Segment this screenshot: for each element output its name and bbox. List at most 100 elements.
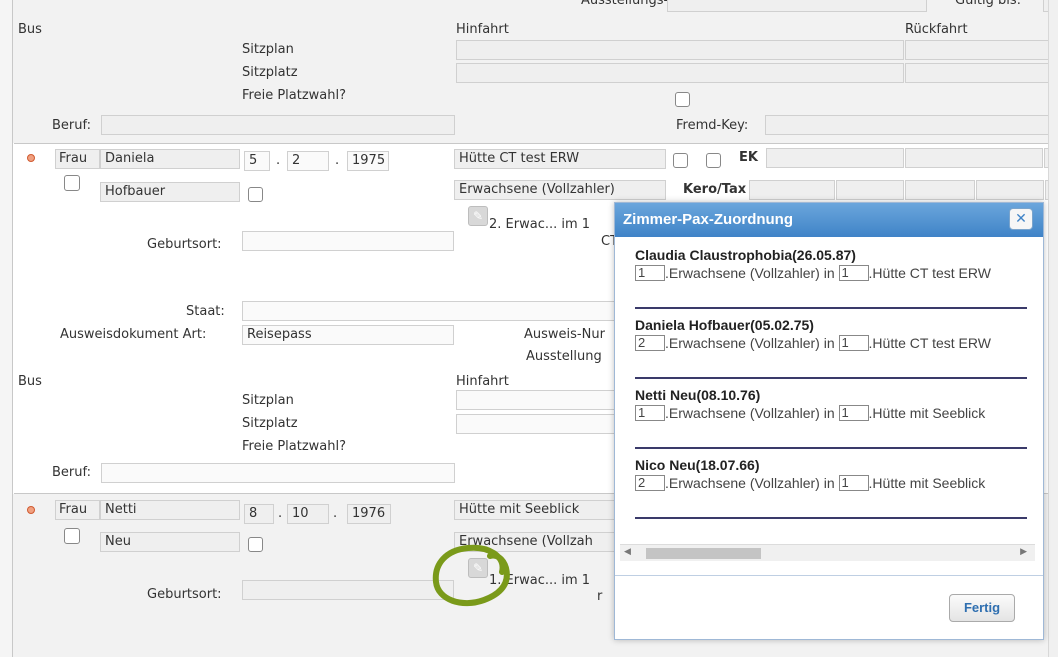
ek-field-2[interactable] <box>905 148 1043 168</box>
fremd-key-label: Fremd-Key: <box>676 118 749 133</box>
sitzplatz-label: Sitzplatz <box>242 416 298 431</box>
pax-kategorie: .Erwachsene (Vollzahler) <box>665 335 820 351</box>
kero-field-1[interactable] <box>749 180 835 200</box>
status-dot-icon <box>27 154 35 162</box>
left-rail <box>0 0 13 657</box>
nachname-field[interactable]: Hofbauer <box>100 182 240 202</box>
freie-platzwahl-checkbox[interactable] <box>675 92 690 107</box>
date-separator: . <box>335 153 340 168</box>
pax-kategorie: .Erwachsene (Vollzahler) <box>665 475 820 491</box>
sitzplatz-hin-field[interactable] <box>456 63 904 83</box>
option-checkbox-1[interactable] <box>673 153 688 168</box>
sitzplan-hin-field[interactable] <box>456 390 636 410</box>
beruf-field[interactable] <box>101 463 455 483</box>
nachname-field[interactable]: Neu <box>100 532 240 552</box>
sitzplan-hin-field[interactable] <box>456 40 904 60</box>
hinfahrt-label: Hinfahrt <box>456 374 509 389</box>
freie-platzwahl-label: Freie Platzwahl? <box>242 88 347 103</box>
close-icon[interactable]: ✕ <box>1009 208 1033 230</box>
geburtsort-field[interactable] <box>242 231 454 251</box>
bus-label: Bus <box>18 22 42 37</box>
small-r-text: r <box>597 589 603 604</box>
geb-jahr-field[interactable]: 1975 <box>347 151 389 171</box>
ausweis-nr-label: Ausweis-Nur <box>524 327 605 342</box>
checkbox-large-1[interactable] <box>64 175 80 191</box>
huette-field[interactable]: Hütte CT test ERW <box>454 149 666 169</box>
top-section: Ausstellungs-Ort: Gültig bis: Bus Hinfah… <box>13 0 1058 143</box>
anrede-field[interactable]: Frau <box>55 149 100 169</box>
room-number-input[interactable]: 1 <box>838 475 869 491</box>
pax-huette: .Hütte CT test ERW <box>868 265 991 281</box>
pax-number-input[interactable]: 2 <box>635 335 665 351</box>
geburtsort-label: Geburtsort: <box>147 237 222 252</box>
staat-field[interactable] <box>242 301 632 321</box>
fertig-button[interactable]: Fertig <box>949 594 1015 622</box>
kategorie-field[interactable]: Erwachsene (Vollzahler) <box>454 180 666 200</box>
zimmer-pax-dialog: Zimmer-Pax-Zuordnung ✕ Claudia Claustrop… <box>614 202 1044 640</box>
pax-kategorie: .Erwachsene (Vollzahler) <box>665 265 820 281</box>
page-scrollbar[interactable] <box>1048 0 1058 657</box>
pax-name: Netti Neu(08.10.76) <box>635 387 761 403</box>
sitzplan-rueck-field[interactable] <box>905 40 1058 60</box>
kero-field-4[interactable] <box>976 180 1044 200</box>
geburtsort-field[interactable] <box>242 580 454 600</box>
pax-line: 2 .Erwachsene (Vollzahler) in 1 .Hütte mit… <box>635 475 1015 491</box>
beruf-field[interactable] <box>101 115 455 135</box>
ausweisdokument-field[interactable]: Reisepass <box>242 325 454 345</box>
gueltig-label: Gültig bis: <box>955 0 1022 8</box>
pax-kategorie: .Erwachsene (Vollzahler) <box>665 405 820 421</box>
scroll-right-icon[interactable]: ▶ <box>1020 547 1027 557</box>
horizontal-scrollbar[interactable]: ◀ ▶ <box>620 544 1035 561</box>
pax-line: 2 .Erwachsene (Vollzahler) in 1 .Hütte CT … <box>635 335 1015 351</box>
kero-field-3[interactable] <box>905 180 975 200</box>
sitzplatz-hin-field[interactable] <box>456 414 636 434</box>
kero-field-2[interactable] <box>836 180 904 200</box>
pax-entry: Nico Neu(18.07.66) 2 .Erwachsene (Vollzah… <box>635 449 1027 519</box>
room-number-input[interactable]: 1 <box>838 265 869 281</box>
geb-monat-field[interactable]: 2 <box>287 151 329 171</box>
checkbox-large-2[interactable] <box>64 528 80 544</box>
pax-number-input[interactable]: 2 <box>635 475 665 491</box>
geb-monat-field[interactable]: 10 <box>287 504 329 524</box>
room-number-input[interactable]: 1 <box>838 335 869 351</box>
pax-entry: Daniela Hofbauer(05.02.75) 2 .Erwachsene … <box>635 309 1027 379</box>
vorname-field[interactable]: Netti <box>100 500 240 520</box>
pencil-icon[interactable]: ✎ <box>468 206 488 226</box>
geburtsort-label: Geburtsort: <box>147 587 222 602</box>
rueckfahrt-label: Rückfahrt <box>905 22 968 37</box>
dialog-title: Zimmer-Pax-Zuordnung <box>623 211 794 228</box>
sitzplatz-rueck-field[interactable] <box>905 63 1058 83</box>
dialog-header: Zimmer-Pax-Zuordnung ✕ <box>615 203 1043 237</box>
date-separator: . <box>276 153 281 168</box>
ausweisdokument-label: Ausweisdokument Art: <box>60 327 207 342</box>
option-checkbox-2[interactable] <box>706 153 721 168</box>
scroll-thumb[interactable] <box>646 548 761 559</box>
pax-number-input[interactable]: 1 <box>635 405 665 421</box>
pax-line: 1 .Erwachsene (Vollzahler) in 1 .Hütte mit… <box>635 405 1015 421</box>
pax-huette: .Hütte mit Seeblick <box>868 405 986 421</box>
pax-entry: Claudia Claustrophobia(26.05.87) 1 .Erwac… <box>635 239 1027 309</box>
geb-tag-field[interactable]: 8 <box>244 504 274 524</box>
checkbox-small-2[interactable] <box>248 537 263 552</box>
anrede-field[interactable]: Frau <box>55 500 100 520</box>
pax-number-input[interactable]: 1 <box>635 265 665 281</box>
pax-entry: Netti Neu(08.10.76) 1 .Erwachsene (Vollza… <box>635 379 1027 449</box>
checkbox-small-1[interactable] <box>248 187 263 202</box>
scroll-left-icon[interactable]: ◀ <box>624 547 631 557</box>
sitzplan-label: Sitzplan <box>242 42 294 57</box>
ek-field-1[interactable] <box>766 148 904 168</box>
geb-tag-field[interactable]: 5 <box>244 151 270 171</box>
zimmer-text: 2. Erwac... im 1 <box>489 217 591 232</box>
beruf-label: Beruf: <box>52 465 91 480</box>
ausstellungsort-field[interactable] <box>667 0 927 12</box>
date-separator: . <box>278 506 283 521</box>
pax-name: Daniela Hofbauer(05.02.75) <box>635 317 814 333</box>
fremd-key-field[interactable] <box>765 115 1058 135</box>
room-number-input[interactable]: 1 <box>838 405 869 421</box>
vorname-field[interactable]: Daniela <box>100 149 240 169</box>
connector-in: in <box>823 405 835 421</box>
sitzplan-label: Sitzplan <box>242 393 294 408</box>
geb-jahr-field[interactable]: 1976 <box>347 504 391 524</box>
bus-label: Bus <box>18 374 42 389</box>
kero-tax-label: Kero/Tax <box>683 182 747 197</box>
